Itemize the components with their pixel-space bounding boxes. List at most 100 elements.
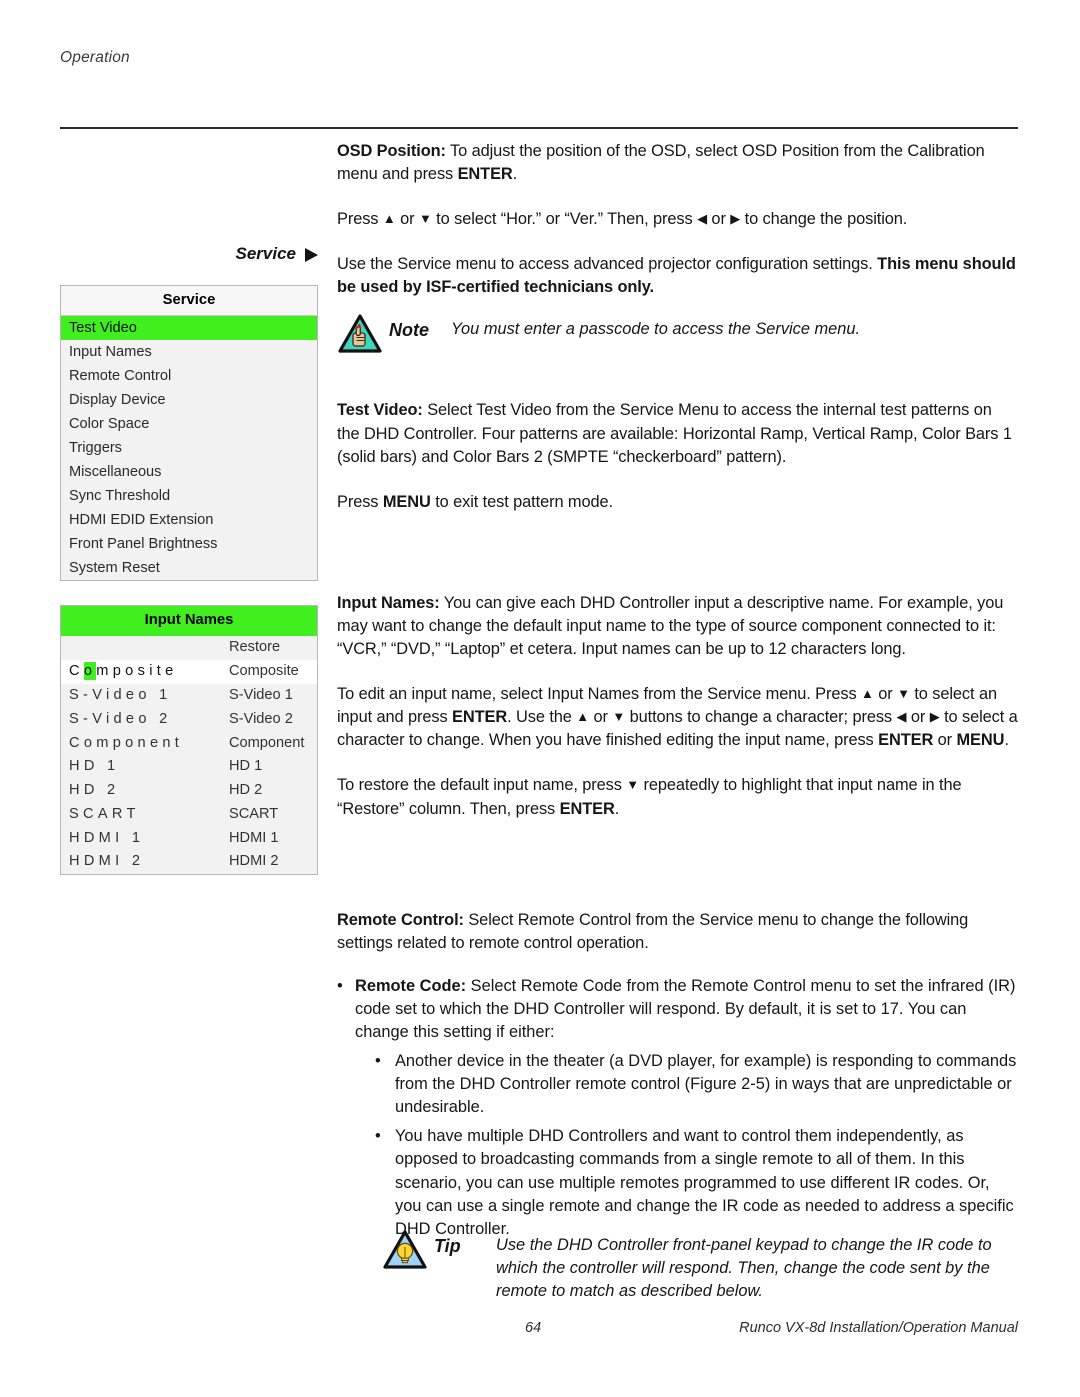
input-name-editable-value[interactable]: Component (61, 735, 229, 752)
service-menu-item[interactable]: Remote Control (61, 364, 317, 388)
remote-control-label: Remote Control: (337, 910, 464, 929)
remote-code-label: Remote Code: (355, 976, 467, 995)
service-menu-item[interactable]: Test Video (61, 316, 317, 340)
osd-input-names-title: Input Names (61, 606, 317, 636)
paragraph-input-names: Input Names: You can give each DHD Contr… (337, 592, 1018, 661)
osd-input-names-rows[interactable]: Composite Composite S-Video 1 S-Video 1 S-Vi… (61, 659, 317, 874)
input-name-row[interactable]: Component Component (61, 731, 317, 755)
osd-service-menu[interactable]: Service Test Video Input Names Remote Cont… (60, 285, 318, 581)
osd-service-items[interactable]: Test Video Input Names Remote Control Displ… (61, 316, 317, 580)
service-menu-item[interactable]: Front Panel Brightness (61, 532, 317, 556)
key-enter: ENTER (559, 799, 615, 818)
side-label-text: Service (235, 244, 297, 263)
input-name-editable-value[interactable]: HDMI 2 (61, 853, 229, 870)
press-prefix: Press (337, 210, 383, 229)
arrow-down-icon: ▼ (897, 686, 910, 702)
input-name-restore-value[interactable]: Component (229, 735, 317, 752)
input-name-row[interactable]: S-Video 2 S-Video 2 (61, 707, 317, 731)
input-name-editable-value[interactable]: HDMI 1 (61, 830, 229, 847)
arrow-right-glyph-icon: ▶ (929, 709, 940, 725)
input-names-label: Input Names: (337, 593, 440, 612)
bullet-remote-code-text: Remote Code: Select Remote Code from the… (355, 975, 1018, 1044)
arrow-right-glyph-icon: ▶ (730, 211, 741, 227)
press-mid: to select “Hor.” or “Ver.” Then, press (431, 210, 698, 229)
service-menu-item[interactable]: Sync Threshold (61, 484, 317, 508)
osd-position-end: . (512, 165, 518, 184)
input-name-editable-value[interactable]: HD 1 (61, 758, 229, 775)
input-name-restore-value[interactable]: HDMI 2 (229, 853, 317, 870)
service-menu-item[interactable]: Triggers (61, 436, 317, 460)
input-name-editable-value[interactable]: HD 2 (61, 782, 229, 799)
service-menu-item[interactable]: Input Names (61, 340, 317, 364)
input-name-row[interactable]: HDMI 2 HDMI 2 (61, 850, 317, 874)
bullet-glyph-icon: • (337, 976, 343, 995)
service-menu-item[interactable]: Display Device (61, 388, 317, 412)
key-menu: MENU (956, 731, 1005, 750)
input-name-restore-value[interactable]: HD 1 (229, 758, 317, 775)
input-name-restore-value[interactable]: SCART (229, 806, 317, 823)
input-name-restore-value[interactable]: HD 2 (229, 782, 317, 799)
paragraph-osd-position: OSD Position: To adjust the position of … (337, 140, 1018, 186)
page-footer: 64 Runco VX-8d Installation/Operation Ma… (60, 1320, 1018, 1344)
restore-a: To restore the default input name, press (337, 776, 627, 795)
input-name-row[interactable]: HDMI 1 HDMI 1 (61, 826, 317, 850)
input-name-char: s (137, 663, 150, 680)
paragraph-remote-control: Remote Control: Select Remote Control fr… (337, 909, 1018, 955)
input-name-editable-value[interactable]: S-Video 2 (61, 711, 229, 728)
bullet-glyph-icon: • (375, 1127, 381, 1146)
tip-lightbulb-triangle-icon (382, 1228, 434, 1276)
key-enter: ENTER (452, 708, 508, 727)
arrow-down-icon: ▼ (612, 709, 626, 725)
arrow-up-icon: ▲ (382, 211, 396, 227)
note-word: Note (389, 320, 429, 340)
test-video-label: Test Video: (337, 401, 423, 420)
sub-bullet-2: • You have multiple DHD Controllers and … (375, 1125, 1018, 1240)
input-name-editable-value[interactable]: S-Video 1 (61, 687, 229, 704)
input-name-row[interactable]: SCART SCART (61, 802, 317, 826)
paragraph-restore-default: To restore the default input name, press… (337, 774, 1018, 820)
bullet-glyph-icon: • (375, 1052, 381, 1071)
input-name-editable-value[interactable]: SCART (61, 806, 229, 823)
test-video-body: Select Test Video from the Service Menu … (337, 401, 1012, 466)
key-enter: ENTER (457, 165, 513, 184)
input-name-char: t (156, 663, 166, 680)
input-name-restore-value[interactable]: S-Video 1 (229, 687, 317, 704)
edit-cursor-char[interactable]: o (83, 662, 97, 681)
edit-e: or (589, 708, 613, 727)
osd-input-names-menu[interactable]: Input Names Restore Composite Composite S-… (60, 605, 318, 875)
input-name-char: C (69, 663, 84, 680)
arrow-up-icon: ▲ (576, 709, 590, 725)
service-menu-item[interactable]: Color Space (61, 412, 317, 436)
input-name-restore-value[interactable]: HDMI 1 (229, 830, 317, 847)
note-callout: Note You must enter a passcode to access… (337, 312, 1018, 360)
input-name-editable-value[interactable]: Composite (61, 662, 229, 681)
input-name-restore-value[interactable]: Composite (229, 663, 317, 680)
arrow-up-icon: ▲ (861, 686, 874, 702)
input-names-spacer (337, 536, 1018, 592)
sub-bullet-1-text: Another device in the theater (a DVD pla… (395, 1052, 1017, 1117)
edit-b: or (873, 685, 898, 704)
edit-g: or (906, 708, 930, 727)
note-hand-triangle-icon (337, 312, 389, 360)
input-name-row[interactable]: S-Video 1 S-Video 1 (61, 684, 317, 708)
input-name-row[interactable]: HD 1 HD 1 (61, 755, 317, 779)
paragraph-service-intro: Use the Service menu to access advanced … (337, 253, 1018, 299)
service-menu-item[interactable]: System Reset (61, 556, 317, 580)
tip-word: Tip (434, 1236, 461, 1256)
restore-column-header: Restore (229, 639, 281, 656)
input-name-char: i (149, 663, 157, 680)
arrow-down-icon: ▼ (626, 777, 640, 793)
input-name-restore-value[interactable]: S-Video 2 (229, 711, 317, 728)
key-menu: MENU (382, 492, 431, 511)
sub-bullet-2-text: You have multiple DHD Controllers and wa… (395, 1127, 1014, 1238)
service-menu-item[interactable]: Miscellaneous (61, 460, 317, 484)
side-label-service: Service (60, 244, 318, 264)
input-name-row[interactable]: HD 2 HD 2 (61, 779, 317, 803)
edit-f: buttons to change a character; press (625, 708, 897, 727)
exit-prefix: Press (337, 492, 383, 511)
osd-service-title: Service (61, 286, 317, 316)
edit-i: or (933, 731, 957, 750)
input-name-row[interactable]: Composite Composite (61, 659, 317, 684)
service-menu-item[interactable]: HDMI EDID Extension (61, 508, 317, 532)
edit-d: . Use the (507, 708, 577, 727)
